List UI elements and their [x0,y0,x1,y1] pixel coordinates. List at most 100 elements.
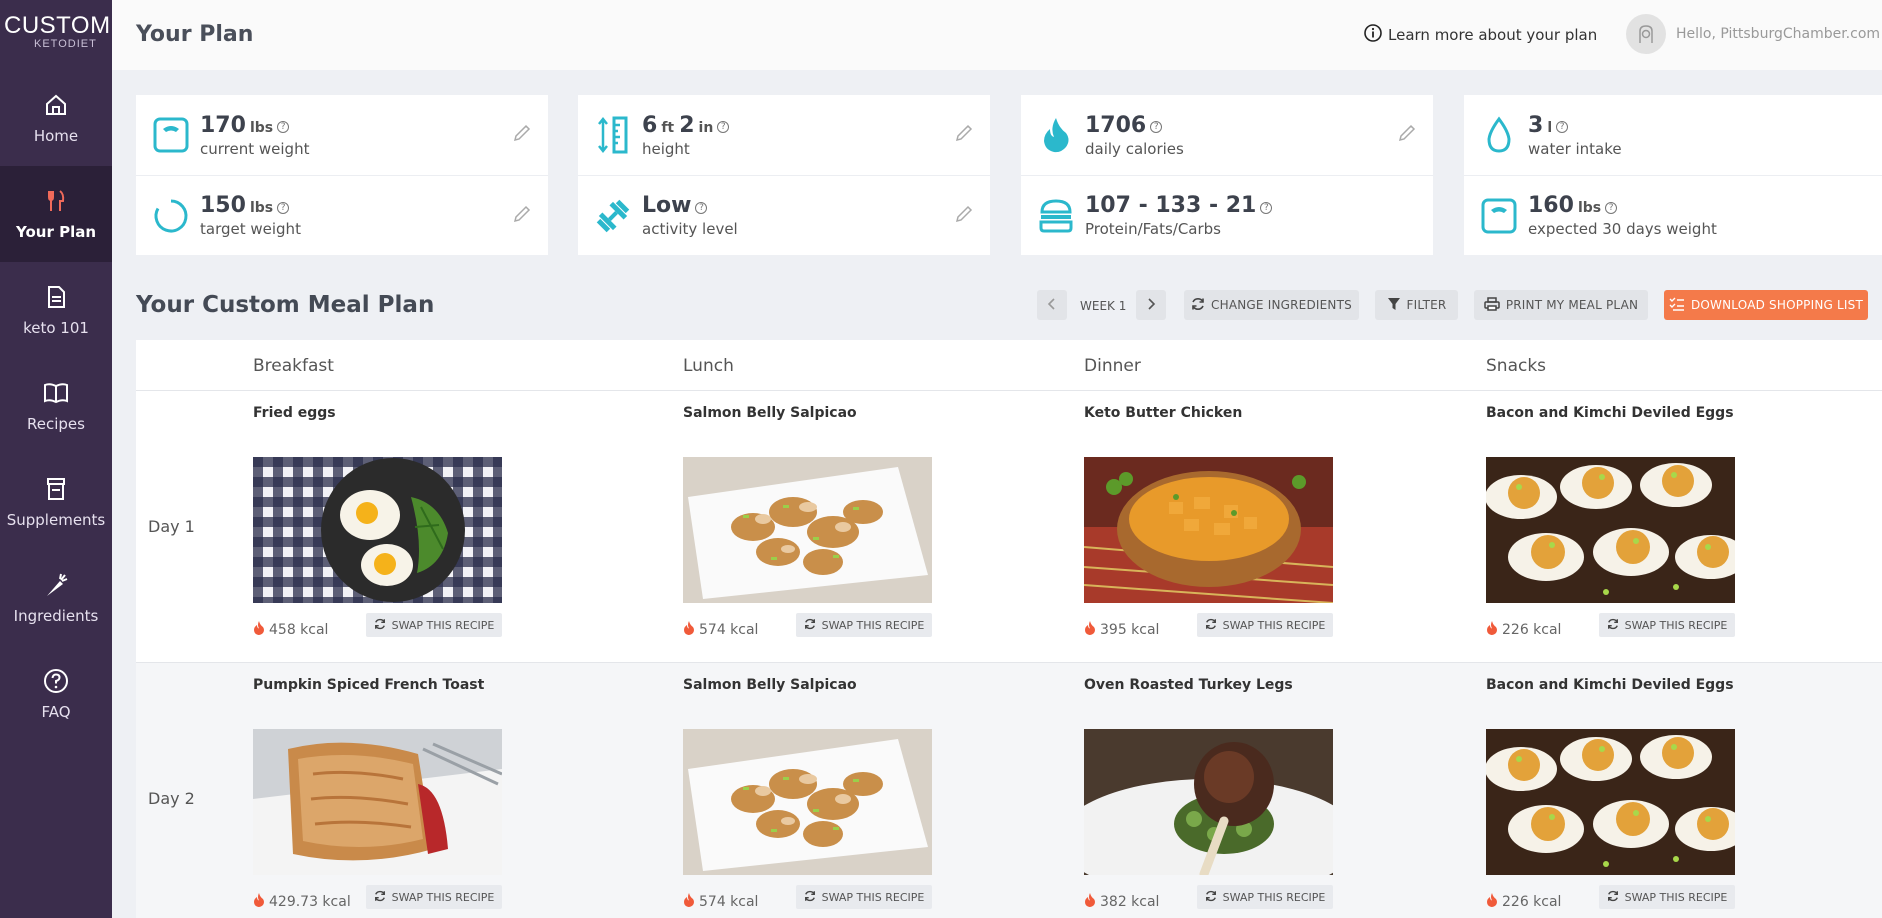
weight-card: 170 lbs? current weight 150 lbs? target we… [136,95,548,255]
scale-icon [1478,195,1520,237]
recipe-name[interactable]: Bacon and Kimchi Deviled Eggs [1486,405,1734,421]
change-ingredients-button[interactable]: CHANGE INGREDIENTS [1184,290,1359,320]
recipe-name[interactable]: Fried eggs [253,405,336,421]
edit-pencil-icon[interactable] [1397,123,1417,143]
meal-plan-title: Your Custom Meal Plan [136,292,435,318]
edit-pencil-icon[interactable] [954,204,974,224]
height-label: height [642,139,690,158]
edit-pencil-icon[interactable] [512,204,532,224]
refresh-icon [374,618,386,633]
brand-logo[interactable]: CUSTOM KETODIET [0,0,112,70]
recipe-name[interactable]: Salmon Belly Salpicao [683,677,857,693]
swap-label: SWAP THIS RECIPE [1624,890,1728,904]
sidebar-item-recipes[interactable]: Recipes [0,358,112,454]
target-weight-label: target weight [200,220,301,238]
current-weight-unit: lbs [249,119,274,136]
sidebar-item-keto-101[interactable]: keto 101 [0,262,112,358]
recipe-name[interactable]: Salmon Belly Salpicao [683,405,857,421]
help-icon[interactable]: ? [277,121,290,133]
recipe-name[interactable]: Oven Roasted Turkey Legs [1084,677,1293,693]
swap-recipe-button[interactable]: SWAP THIS RECIPE [796,885,932,909]
column-header-snacks: Snacks [1486,356,1547,376]
ruler-icon [592,114,634,156]
water-value: 3 [1528,112,1544,138]
user-menu[interactable]: Hello, PittsburgChamber.com [1626,14,1880,54]
scale-icon [150,114,192,156]
sidebar-item-label: Ingredients [13,607,99,625]
recipe-image-turkey-legs[interactable] [1084,729,1333,875]
sidebar-item-label: Supplements [6,511,106,529]
recipe-name[interactable]: Pumpkin Spiced French Toast [253,677,484,693]
user-greeting: Hello, PittsburgChamber.com [1676,26,1881,42]
kcal-value: 395 kcal [1100,622,1160,638]
activity-value: Low [642,193,692,218]
sidebar-item-supplements[interactable]: Supplements [0,454,112,550]
download-label: DOWNLOAD SHOPPING LIST [1690,298,1864,312]
sidebar-item-label: Home [33,127,79,145]
next-week-button[interactable] [1136,290,1166,320]
kcal-value: 226 kcal [1502,622,1562,638]
sidebar-item-faq[interactable]: FAQ [0,646,112,742]
kcal-value: 226 kcal [1502,894,1562,910]
logo-main: CUSTOM [4,12,111,39]
print-meal-plan-button[interactable]: PRINT MY MEAL PLAN [1474,290,1648,320]
swap-label: SWAP THIS RECIPE [1624,618,1728,632]
help-icon[interactable]: ? [1605,201,1618,214]
top-header: Your Plan Learn more about your plan Hel… [112,0,1882,70]
sidebar-item-ingredients[interactable]: Ingredients [0,550,112,646]
help-icon[interactable]: ? [717,121,730,133]
kcal-info: 382 kcal [1084,893,1159,911]
change-ingredients-label: CHANGE INGREDIENTS [1211,298,1352,312]
recipe-image-french-toast[interactable] [253,729,502,875]
height-row: 6 ft 2 in? height [578,95,990,175]
expected-weight-label: expected 30 days weight [1528,220,1717,238]
flame-icon [683,621,695,639]
refresh-icon [804,618,816,633]
recipe-name[interactable]: Keto Butter Chicken [1084,405,1242,421]
recipe-image-deviled-eggs[interactable] [1486,729,1735,875]
swap-label: SWAP THIS RECIPE [391,618,495,632]
recipe-image-salmon-belly-salpicao[interactable] [683,457,932,603]
help-icon[interactable]: ? [695,201,708,214]
height-feet-value: 6 [642,112,658,138]
chevron-right-icon [1146,297,1156,313]
recipe-name[interactable]: Bacon and Kimchi Deviled Eggs [1486,677,1734,693]
recipe-image-fried-eggs[interactable] [253,457,502,603]
sidebar-item-your-plan[interactable]: Your Plan [0,166,112,262]
activity-label: activity level [642,220,738,238]
swap-recipe-button[interactable]: SWAP THIS RECIPE [796,613,932,637]
macros-value: 107 - 133 - 21 [1085,193,1257,218]
current-weight-label: current weight [200,139,310,158]
filter-label: FILTER [1406,298,1447,312]
swap-recipe-button[interactable]: SWAP THIS RECIPE [1197,885,1333,909]
help-icon[interactable]: ? [1260,201,1273,214]
help-icon[interactable]: ? [277,201,290,214]
swap-recipe-button[interactable]: SWAP THIS RECIPE [366,613,502,637]
learn-more-link[interactable]: Learn more about your plan [1364,24,1597,46]
swap-recipe-button[interactable]: SWAP THIS RECIPE [1599,613,1735,637]
help-icon[interactable]: ? [1150,121,1163,133]
swap-recipe-button[interactable]: SWAP THIS RECIPE [1599,885,1735,909]
edit-pencil-icon[interactable] [512,123,532,143]
recipe-image-keto-butter-chicken[interactable] [1084,457,1333,603]
prev-week-button[interactable] [1037,290,1067,320]
refresh-icon [1607,890,1619,905]
kcal-info: 429.73 kcal [253,893,351,911]
recipe-image-deviled-eggs[interactable] [1486,457,1735,603]
recipe-image-salmon-belly-salpicao[interactable] [683,729,932,875]
swap-recipe-button[interactable]: SWAP THIS RECIPE [366,885,502,909]
swap-recipe-button[interactable]: SWAP THIS RECIPE [1197,613,1333,637]
help-icon[interactable]: ? [1556,121,1569,133]
kcal-info: 574 kcal [683,621,758,639]
avatar [1626,14,1666,54]
kcal-info: 574 kcal [683,893,758,911]
edit-pencil-icon[interactable] [954,123,974,143]
download-shopping-list-button[interactable]: DOWNLOAD SHOPPING LIST [1664,290,1868,320]
kcal-info: 226 kcal [1486,893,1561,911]
filter-button[interactable]: FILTER [1375,290,1458,320]
sidebar-item-home[interactable]: Home [0,70,112,166]
kcal-value: 382 kcal [1100,894,1160,910]
kcal-value: 429.73 kcal [269,894,351,910]
current-weight-row: 170 lbs? current weight [136,95,548,175]
sidebar-item-label: Recipes [27,415,85,433]
